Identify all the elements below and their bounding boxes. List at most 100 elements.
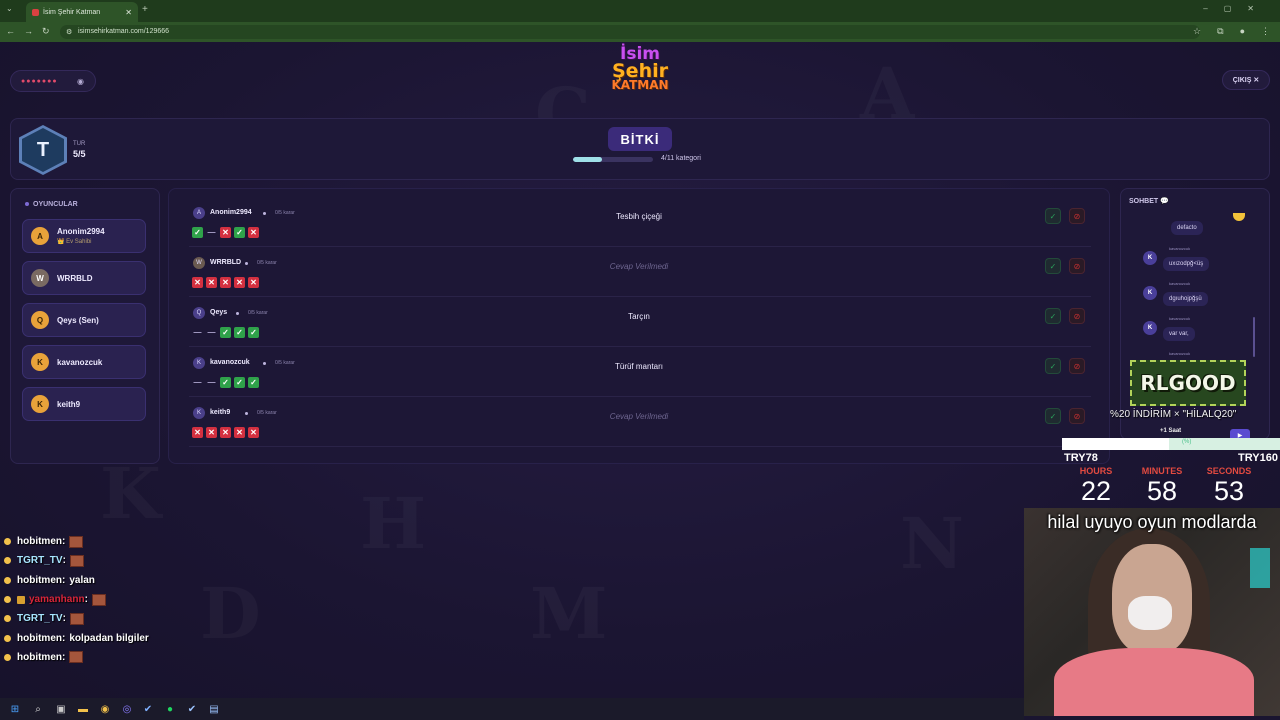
players-header: OYUNCULAR	[25, 201, 78, 208]
round-hex-letter: T	[22, 128, 64, 172]
chat-badge-icon	[4, 596, 11, 604]
donation-current: TRY78	[1064, 452, 1098, 464]
tab-title: İsim Şehir Katman	[43, 8, 101, 16]
reject-button[interactable]: ⊘	[1069, 208, 1085, 224]
bookmark-star-icon[interactable]: ☆	[1193, 26, 1201, 37]
approve-button[interactable]: ✓	[1045, 258, 1061, 274]
emoji-icon	[1233, 213, 1245, 221]
browser-tab[interactable]: İsim Şehir Katman ✕	[26, 2, 138, 22]
stream-chat-user: TGRT_TV	[17, 613, 63, 625]
reload-icon[interactable]: ↻	[42, 26, 50, 37]
stream-chat-line: hobitmen :	[4, 648, 149, 667]
room-code-box[interactable]: ●●●●●●● ◉	[10, 70, 96, 92]
eye-icon[interactable]: ◉	[77, 77, 85, 86]
category-progress-text: 4/11 kategori	[661, 155, 701, 162]
exit-button[interactable]: ÇIKIŞ ✕	[1222, 70, 1270, 90]
bg-letter: D	[200, 572, 261, 655]
player-item[interactable]: Kkavanozcuk	[22, 345, 146, 379]
vote-approve-mark: ✓	[248, 327, 259, 338]
vote-approve-mark: ✓	[192, 227, 203, 238]
tab-search-icon[interactable]: ⌄	[6, 4, 13, 13]
steam-icon[interactable]: ✔	[185, 702, 199, 716]
vote-empty-mark: —	[207, 328, 216, 337]
answer-row: Kkavanozcuk 0/5 karar — — ✓ ✓ ✓ Türüf mantarı ✓ ⊘	[189, 351, 1091, 397]
timer-minutes: 58	[1146, 476, 1178, 506]
reject-button[interactable]: ⊘	[1069, 408, 1085, 424]
window-controls[interactable]: –▢✕	[1203, 4, 1270, 13]
stream-chat-overlay: hobitmen : TGRT_TV : hobitmen : yalan yamanh…	[4, 532, 149, 667]
chat-message: var var,	[1163, 327, 1195, 341]
forward-icon[interactable]: →	[24, 26, 33, 36]
extensions-icon[interactable]: ⧉	[1217, 26, 1223, 37]
separator: :	[62, 574, 66, 586]
player-item[interactable]: W WRRBLD	[22, 261, 146, 295]
vote-count: 0/5 karar	[257, 410, 277, 416]
app-icon[interactable]: ✔	[141, 702, 155, 716]
approve-button[interactable]: ✓	[1045, 308, 1061, 324]
player-avatar: W	[31, 269, 49, 287]
spotify-icon[interactable]: ●	[163, 702, 177, 716]
vote-marks: — — ✓ ✓ ✓	[192, 327, 259, 338]
vote-empty-mark: —	[207, 378, 216, 387]
vote-empty-mark: —	[207, 228, 216, 237]
stream-chat-line: yamanhann :	[4, 590, 149, 609]
answer-player-name: WRRBLD	[210, 259, 242, 266]
chat-badge-icon	[4, 615, 11, 623]
player-item[interactable]: Kkeith9	[22, 387, 146, 421]
vote-count: 0/5 karar	[275, 360, 295, 366]
answer-row: Kkeith9 0/5 karar ✕ ✕ ✕ ✕ ✕ Cevap Verilmedi ✓ ⊘	[189, 401, 1091, 447]
chat-username: kavanozcuk	[1169, 316, 1191, 321]
favicon-icon	[32, 8, 39, 16]
answer-avatar: K	[193, 407, 205, 419]
new-tab-icon[interactable]: +	[142, 4, 148, 15]
bg-letter: H	[360, 482, 426, 565]
approve-button[interactable]: ✓	[1045, 208, 1061, 224]
profile-icon[interactable]: ●	[1240, 26, 1245, 37]
answer-player-name: Anonim2994	[210, 209, 252, 216]
vote-reject-mark: ✕	[248, 277, 259, 288]
chat-message: defacto	[1171, 221, 1203, 235]
approve-button[interactable]: ✓	[1045, 358, 1061, 374]
stream-chat-user: hobitmen	[17, 536, 62, 548]
chrome-icon[interactable]: ◉	[98, 702, 112, 716]
reject-button[interactable]: ⊘	[1069, 358, 1085, 374]
back-icon[interactable]: ←	[6, 26, 15, 36]
separator-dot	[245, 412, 248, 415]
emote-icon	[69, 651, 84, 664]
file-explorer-icon[interactable]: ▬	[76, 702, 90, 716]
vote-reject-mark: ✕	[248, 427, 259, 438]
room-code: ●●●●●●●	[21, 77, 58, 85]
reject-button[interactable]: ⊘	[1069, 308, 1085, 324]
answer-avatar: W	[193, 257, 205, 269]
separator: :	[62, 651, 66, 663]
chat-scrollbar[interactable]	[1253, 317, 1255, 357]
chat-header: SOHBET 💬	[1129, 198, 1169, 205]
player-avatar: Q	[31, 311, 49, 329]
discord-icon[interactable]: ◎	[120, 702, 134, 716]
players-panel: OYUNCULAR A Anonim2994 👑 Ev Sahibi W WRRBLD Q…	[10, 188, 160, 464]
windows-start-icon[interactable]: ⊞	[8, 702, 22, 716]
answer-text: Cevap Verilmedi	[609, 412, 669, 421]
vote-reject-mark: ✕	[220, 277, 231, 288]
notes-icon[interactable]: ▤	[207, 702, 221, 716]
separator: :	[84, 594, 88, 606]
answer-row: W WRRBLD 0/5 karar ✕ ✕ ✕ ✕ ✕ Cevap Verilmedi ✓ ⊘	[189, 251, 1091, 297]
task-view-icon[interactable]: ▣	[54, 702, 68, 716]
player-item[interactable]: Q Qeys (Sen)	[22, 303, 146, 337]
site-info-icon[interactable]: ⚙	[66, 28, 72, 36]
search-icon[interactable]: ⌕	[31, 702, 45, 716]
category-progress-bar	[573, 157, 653, 162]
chat-badge-icon	[4, 653, 11, 661]
menu-icon[interactable]: ⋮	[1261, 26, 1270, 37]
player-name: keith9	[57, 399, 81, 409]
vote-marks: — — ✓ ✓ ✓	[192, 377, 259, 388]
url-field[interactable]: ⚙ isimsehirkatman.com/129666	[60, 25, 1200, 39]
round-bar: T TUR 5/5 BİTKİ 4/11 kategori	[10, 118, 1270, 180]
subathon-extra-text: +1 Saat	[1160, 428, 1182, 434]
player-item[interactable]: A Anonim2994 👑 Ev Sahibi	[22, 219, 146, 253]
timer-hours-label: HOURS	[1079, 466, 1113, 476]
approve-button[interactable]: ✓	[1045, 408, 1061, 424]
timer-seconds-label: SECONDS	[1206, 466, 1252, 476]
reject-button[interactable]: ⊘	[1069, 258, 1085, 274]
close-tab-icon[interactable]: ✕	[125, 8, 132, 17]
